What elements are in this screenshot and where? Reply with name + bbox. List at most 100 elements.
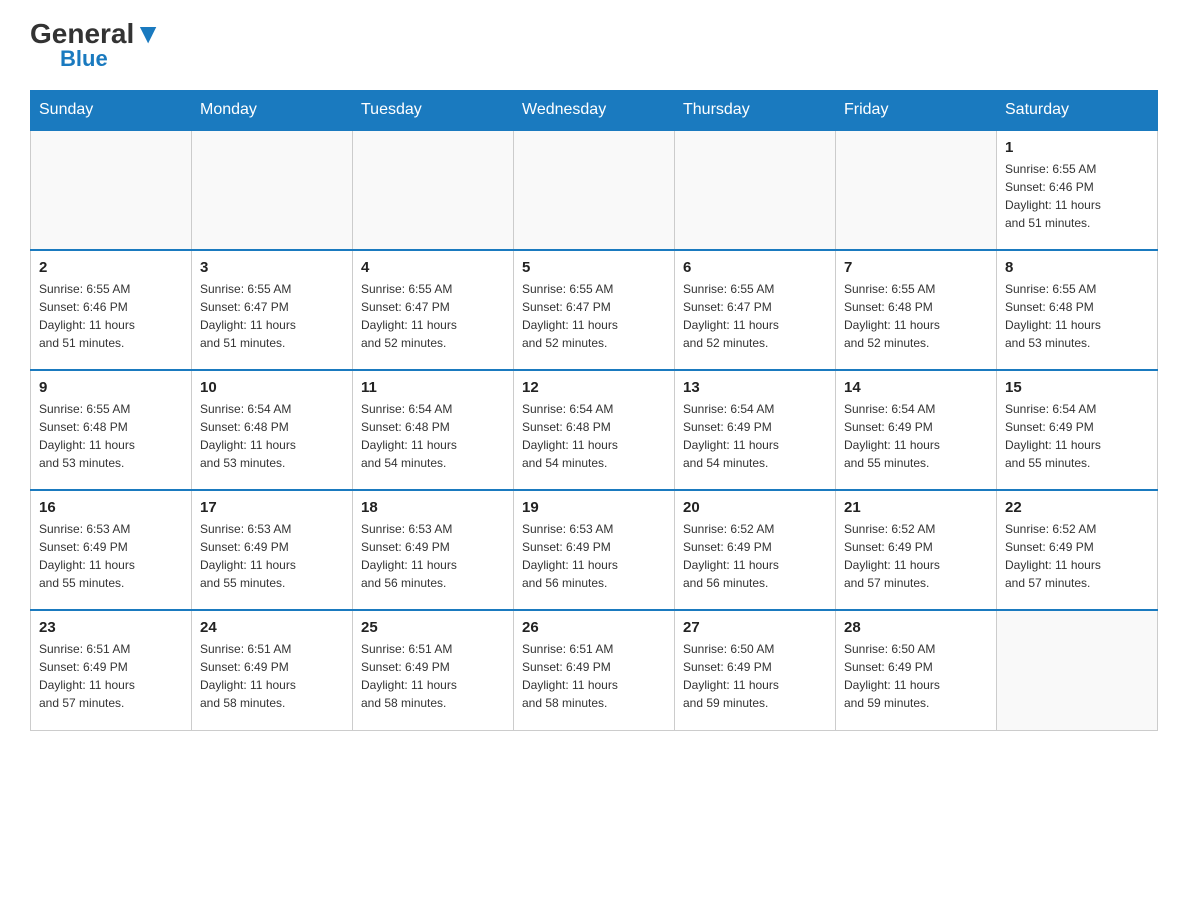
day-number: 14: [844, 379, 988, 396]
calendar-cell: 10 Sunrise: 6:54 AM Sunset: 6:48 PM Dayli…: [192, 370, 353, 490]
calendar-cell: 23 Sunrise: 6:51 AM Sunset: 6:49 PM Dayli…: [31, 610, 192, 730]
day-info: Sunrise: 6:55 AM Sunset: 6:47 PM Dayligh…: [522, 280, 666, 352]
day-number: 7: [844, 259, 988, 276]
calendar-cell: 14 Sunrise: 6:54 AM Sunset: 6:49 PM Dayli…: [836, 370, 997, 490]
day-number: 11: [361, 379, 505, 396]
weekday-header-saturday: Saturday: [997, 91, 1158, 131]
calendar-cell: 11 Sunrise: 6:54 AM Sunset: 6:48 PM Dayli…: [353, 370, 514, 490]
calendar-cell: [353, 130, 514, 250]
day-number: 28: [844, 619, 988, 636]
calendar-cell: 26 Sunrise: 6:51 AM Sunset: 6:49 PM Dayli…: [514, 610, 675, 730]
day-number: 24: [200, 619, 344, 636]
day-info: Sunrise: 6:54 AM Sunset: 6:48 PM Dayligh…: [361, 400, 505, 472]
day-info: Sunrise: 6:51 AM Sunset: 6:49 PM Dayligh…: [200, 640, 344, 712]
day-info: Sunrise: 6:51 AM Sunset: 6:49 PM Dayligh…: [522, 640, 666, 712]
calendar-week-3: 9 Sunrise: 6:55 AM Sunset: 6:48 PM Daylig…: [31, 370, 1158, 490]
day-info: Sunrise: 6:53 AM Sunset: 6:49 PM Dayligh…: [522, 520, 666, 592]
day-number: 19: [522, 499, 666, 516]
day-number: 20: [683, 499, 827, 516]
calendar-cell: 9 Sunrise: 6:55 AM Sunset: 6:48 PM Daylig…: [31, 370, 192, 490]
calendar-cell: 28 Sunrise: 6:50 AM Sunset: 6:49 PM Dayli…: [836, 610, 997, 730]
calendar-cell: 27 Sunrise: 6:50 AM Sunset: 6:49 PM Dayli…: [675, 610, 836, 730]
day-info: Sunrise: 6:54 AM Sunset: 6:48 PM Dayligh…: [200, 400, 344, 472]
calendar-cell: 4Sunrise: 6:55 AM Sunset: 6:47 PM Daylig…: [353, 250, 514, 370]
day-info: Sunrise: 6:54 AM Sunset: 6:49 PM Dayligh…: [1005, 400, 1149, 472]
day-info: Sunrise: 6:55 AM Sunset: 6:48 PM Dayligh…: [1005, 280, 1149, 352]
day-number: 1: [1005, 139, 1149, 156]
calendar-cell: 5 Sunrise: 6:55 AM Sunset: 6:47 PM Daylig…: [514, 250, 675, 370]
calendar-cell: 8 Sunrise: 6:55 AM Sunset: 6:48 PM Daylig…: [997, 250, 1158, 370]
day-info: Sunrise: 6:53 AM Sunset: 6:49 PM Dayligh…: [200, 520, 344, 592]
logo-general-text: General▼: [30, 20, 162, 48]
calendar-week-2: 2Sunrise: 6:55 AM Sunset: 6:46 PM Daylig…: [31, 250, 1158, 370]
day-number: 5: [522, 259, 666, 276]
day-number: 13: [683, 379, 827, 396]
day-info: Sunrise: 6:53 AM Sunset: 6:49 PM Dayligh…: [361, 520, 505, 592]
day-info: Sunrise: 6:50 AM Sunset: 6:49 PM Dayligh…: [844, 640, 988, 712]
calendar-cell: 25Sunrise: 6:51 AM Sunset: 6:49 PM Dayli…: [353, 610, 514, 730]
logo-triangle-icon: ▼: [134, 18, 162, 49]
day-info: Sunrise: 6:55 AM Sunset: 6:47 PM Dayligh…: [683, 280, 827, 352]
day-info: Sunrise: 6:54 AM Sunset: 6:49 PM Dayligh…: [844, 400, 988, 472]
weekday-header-thursday: Thursday: [675, 91, 836, 131]
day-number: 22: [1005, 499, 1149, 516]
day-info: Sunrise: 6:54 AM Sunset: 6:49 PM Dayligh…: [683, 400, 827, 472]
day-number: 17: [200, 499, 344, 516]
calendar-week-1: 1 Sunrise: 6:55 AM Sunset: 6:46 PM Daylig…: [31, 130, 1158, 250]
calendar-cell: 21 Sunrise: 6:52 AM Sunset: 6:49 PM Dayli…: [836, 490, 997, 610]
weekday-header-sunday: Sunday: [31, 91, 192, 131]
day-info: Sunrise: 6:55 AM Sunset: 6:48 PM Dayligh…: [844, 280, 988, 352]
day-info: Sunrise: 6:52 AM Sunset: 6:49 PM Dayligh…: [683, 520, 827, 592]
weekday-header-row: SundayMondayTuesdayWednesdayThursdayFrid…: [31, 91, 1158, 131]
day-number: 21: [844, 499, 988, 516]
day-info: Sunrise: 6:55 AM Sunset: 6:47 PM Dayligh…: [200, 280, 344, 352]
weekday-header-tuesday: Tuesday: [353, 91, 514, 131]
day-info: Sunrise: 6:52 AM Sunset: 6:49 PM Dayligh…: [844, 520, 988, 592]
calendar-cell: [514, 130, 675, 250]
calendar-cell: 20 Sunrise: 6:52 AM Sunset: 6:49 PM Dayli…: [675, 490, 836, 610]
day-number: 15: [1005, 379, 1149, 396]
day-number: 27: [683, 619, 827, 636]
calendar-cell: 6Sunrise: 6:55 AM Sunset: 6:47 PM Daylig…: [675, 250, 836, 370]
day-info: Sunrise: 6:55 AM Sunset: 6:46 PM Dayligh…: [39, 280, 183, 352]
day-number: 8: [1005, 259, 1149, 276]
day-info: Sunrise: 6:55 AM Sunset: 6:48 PM Dayligh…: [39, 400, 183, 472]
calendar-cell: 22 Sunrise: 6:52 AM Sunset: 6:49 PM Dayli…: [997, 490, 1158, 610]
weekday-header-friday: Friday: [836, 91, 997, 131]
calendar-cell: [675, 130, 836, 250]
day-info: Sunrise: 6:50 AM Sunset: 6:49 PM Dayligh…: [683, 640, 827, 712]
calendar-header: SundayMondayTuesdayWednesdayThursdayFrid…: [31, 91, 1158, 131]
calendar-cell: 24 Sunrise: 6:51 AM Sunset: 6:49 PM Dayli…: [192, 610, 353, 730]
day-number: 9: [39, 379, 183, 396]
day-info: Sunrise: 6:55 AM Sunset: 6:47 PM Dayligh…: [361, 280, 505, 352]
day-number: 23: [39, 619, 183, 636]
day-info: Sunrise: 6:54 AM Sunset: 6:48 PM Dayligh…: [522, 400, 666, 472]
day-number: 3: [200, 259, 344, 276]
logo-blue-text: Blue: [60, 48, 108, 70]
calendar-cell: 7 Sunrise: 6:55 AM Sunset: 6:48 PM Daylig…: [836, 250, 997, 370]
day-info: Sunrise: 6:51 AM Sunset: 6:49 PM Dayligh…: [39, 640, 183, 712]
weekday-header-monday: Monday: [192, 91, 353, 131]
calendar-cell: [836, 130, 997, 250]
calendar-cell: 16Sunrise: 6:53 AM Sunset: 6:49 PM Dayli…: [31, 490, 192, 610]
calendar-cell: [192, 130, 353, 250]
calendar-cell: 19 Sunrise: 6:53 AM Sunset: 6:49 PM Dayli…: [514, 490, 675, 610]
weekday-header-wednesday: Wednesday: [514, 91, 675, 131]
calendar-cell: 3 Sunrise: 6:55 AM Sunset: 6:47 PM Daylig…: [192, 250, 353, 370]
day-number: 18: [361, 499, 505, 516]
calendar-table: SundayMondayTuesdayWednesdayThursdayFrid…: [30, 90, 1158, 731]
calendar-cell: 13 Sunrise: 6:54 AM Sunset: 6:49 PM Dayli…: [675, 370, 836, 490]
calendar-cell: 17 Sunrise: 6:53 AM Sunset: 6:49 PM Dayli…: [192, 490, 353, 610]
calendar-cell: 1 Sunrise: 6:55 AM Sunset: 6:46 PM Daylig…: [997, 130, 1158, 250]
calendar-cell: [997, 610, 1158, 730]
day-info: Sunrise: 6:52 AM Sunset: 6:49 PM Dayligh…: [1005, 520, 1149, 592]
day-number: 26: [522, 619, 666, 636]
calendar-cell: 12Sunrise: 6:54 AM Sunset: 6:48 PM Dayli…: [514, 370, 675, 490]
calendar-body: 1 Sunrise: 6:55 AM Sunset: 6:46 PM Daylig…: [31, 130, 1158, 730]
day-number: 25: [361, 619, 505, 636]
day-info: Sunrise: 6:55 AM Sunset: 6:46 PM Dayligh…: [1005, 160, 1149, 232]
calendar-cell: 2Sunrise: 6:55 AM Sunset: 6:46 PM Daylig…: [31, 250, 192, 370]
day-number: 10: [200, 379, 344, 396]
calendar-week-5: 23 Sunrise: 6:51 AM Sunset: 6:49 PM Dayli…: [31, 610, 1158, 730]
calendar-week-4: 16Sunrise: 6:53 AM Sunset: 6:49 PM Dayli…: [31, 490, 1158, 610]
